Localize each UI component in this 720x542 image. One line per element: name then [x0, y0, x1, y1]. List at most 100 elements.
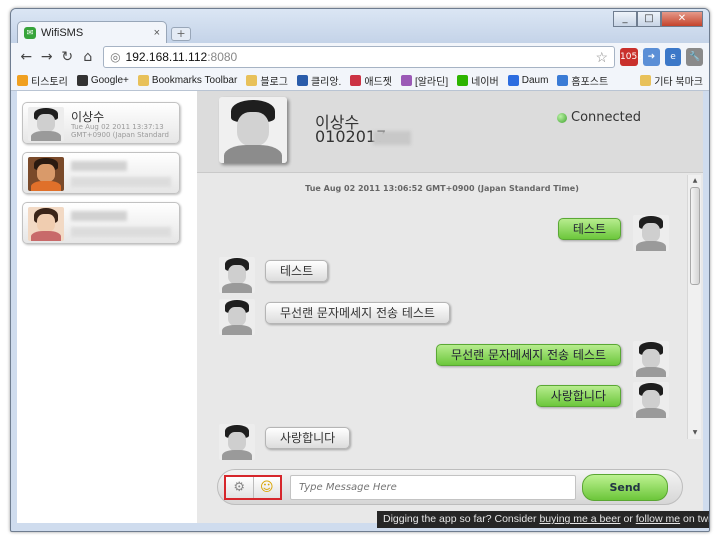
title-bar: ✉ WifiSMS × + _ □ ✕	[11, 9, 709, 43]
address-bar[interactable]: ◎ 192.168.11.112 :8080 ☆	[103, 46, 616, 68]
bookmark-icon	[457, 75, 469, 86]
message-row: 사랑합니다	[197, 424, 687, 464]
bookmark-item[interactable]: 홈포스트	[557, 73, 608, 88]
message-input[interactable]	[290, 475, 576, 500]
close-window-button[interactable]: ✕	[661, 11, 703, 27]
home-icon[interactable]: ⌂	[79, 49, 98, 65]
browser-tab[interactable]: ✉ WifiSMS ×	[17, 21, 167, 43]
message-bubble-incoming: 무선랜 문자메세지 전송 테스트	[265, 302, 450, 324]
ie-tab-extension-icon[interactable]: e	[664, 48, 682, 66]
browser-toolbar: ← → ↻ ⌂ ◎ 192.168.11.112 :8080 ☆ 1058 ➜ …	[11, 43, 709, 71]
back-arrow-icon[interactable]: ←	[17, 49, 36, 65]
connection-status-label: Connected	[571, 110, 642, 125]
minimize-button[interactable]: _	[613, 11, 637, 27]
message-avatar	[219, 424, 255, 460]
bookmark-item[interactable]: Google+	[76, 75, 129, 86]
footer-text: or	[620, 513, 636, 525]
contact-card-selected[interactable]: 이상수 Tue Aug 02 2011 13:37:13 GMT+0900 (J…	[22, 102, 180, 144]
wifisms-app: 이상수 Tue Aug 02 2011 13:37:13 GMT+0900 (J…	[17, 91, 709, 528]
footer-bar: Digging the app so far? Consider buying …	[377, 511, 709, 528]
redacted-name	[71, 211, 127, 221]
redacted-name	[71, 161, 127, 171]
forward-arrow-icon[interactable]: →	[38, 49, 57, 65]
page-info-icon[interactable]: ◎	[110, 50, 120, 64]
bookmark-item[interactable]: [알라딘]	[400, 73, 449, 88]
send-button[interactable]: Send	[582, 474, 668, 501]
share-extension-icon[interactable]: ➜	[643, 48, 660, 66]
other-bookmarks-label: 기타 북마크	[654, 77, 703, 88]
bookmark-label: [알라딘]	[414, 77, 449, 88]
url-port: :8080	[207, 50, 238, 64]
message-row: 테스트	[197, 215, 687, 255]
url-host: 192.168.11.112	[125, 50, 208, 64]
scroll-down-arrow-icon[interactable]: ▼	[688, 427, 702, 439]
message-bubble-outgoing: 테스트	[557, 218, 621, 240]
bookmark-label: 홈포스트	[571, 77, 609, 88]
message-bubble-outgoing: 사랑합니다	[535, 385, 621, 407]
maximize-button[interactable]: □	[637, 11, 661, 27]
message-row: 사랑합니다	[197, 382, 687, 422]
contact-card[interactable]	[22, 152, 180, 194]
bookmark-icon	[76, 75, 88, 86]
conversation-header: 이상수 0102017 Connected	[197, 91, 703, 173]
bookmark-label: Google+	[90, 75, 129, 86]
conversation-avatar	[219, 97, 287, 163]
scroll-up-arrow-icon[interactable]: ▲	[688, 175, 702, 187]
bookmark-star-icon[interactable]: ☆	[595, 49, 608, 66]
redacted-number	[373, 131, 411, 145]
message-avatar	[219, 299, 255, 335]
settings-gear-icon[interactable]: ⚙	[226, 477, 254, 498]
bookmark-label: Daum	[521, 75, 549, 86]
other-bookmarks[interactable]: 기타 북마크	[640, 73, 703, 88]
reload-icon[interactable]: ↻	[58, 49, 77, 65]
footer-text: on twitter.	[683, 513, 709, 525]
contact-avatar	[28, 157, 64, 191]
folder-icon	[246, 75, 258, 86]
tab-close-icon[interactable]: ×	[154, 27, 160, 39]
follow-link[interactable]: follow me	[636, 513, 680, 525]
scroll-thumb[interactable]	[690, 187, 700, 285]
new-tab-button[interactable]: +	[171, 27, 191, 41]
bookmark-icon	[17, 75, 28, 86]
bookmark-icon	[350, 75, 362, 86]
bookmarks-bar: 티스토리 Google+ Bookmarks Toolbar 블로그 클리앙. …	[11, 71, 709, 91]
window-controls: _ □ ✕	[613, 11, 703, 27]
bookmark-label: Bookmarks Toolbar	[151, 75, 238, 86]
message-bubble-outgoing: 무선랜 문자메세지 전송 테스트	[436, 344, 621, 366]
gmail-extension-icon[interactable]: 1058	[620, 48, 643, 66]
message-avatar	[633, 215, 669, 251]
bookmark-label: 애드젯	[364, 77, 392, 88]
message-row: 무선랜 문자메세지 전송 테스트	[197, 341, 687, 381]
tab-title: WifiSMS	[41, 26, 84, 39]
bookmark-item[interactable]: Bookmarks Toolbar	[137, 75, 238, 86]
message-composer: ⚙ ☺ Send	[217, 469, 683, 505]
message-bubble-incoming: 테스트	[265, 260, 329, 282]
emoticon-smiley-icon[interactable]: ☺	[253, 477, 280, 498]
bookmark-icon	[507, 75, 519, 86]
bookmark-item[interactable]: 클리앙.	[296, 73, 341, 88]
bookmark-item[interactable]: 블로그	[246, 73, 288, 88]
contact-last-date: Tue Aug 02 2011 13:37:13 GMT+0900 (Japan…	[71, 123, 169, 139]
folder-icon	[137, 75, 149, 86]
bookmark-label: 티스토리	[31, 77, 68, 88]
message-row: 무선랜 문자메세지 전송 테스트	[197, 299, 687, 339]
wrench-menu-icon[interactable]: 🔧	[686, 48, 703, 66]
bookmark-icon	[296, 75, 308, 86]
buy-beer-link[interactable]: buying me a beer	[539, 513, 620, 525]
wifisms-favicon-icon: ✉	[24, 26, 36, 39]
contact-avatar	[28, 107, 64, 141]
bookmark-label: 네이버	[471, 77, 499, 88]
bookmark-item[interactable]: 티스토리	[17, 73, 68, 88]
message-scrollbar[interactable]: ▲ ▼	[687, 175, 701, 439]
message-avatar	[219, 257, 255, 293]
redacted-detail	[71, 177, 171, 187]
bookmark-item[interactable]: 애드젯	[350, 73, 392, 88]
conversation-panel: 이상수 0102017 Connected Tue Aug 02 2011 13…	[197, 91, 709, 528]
bookmark-item[interactable]: Daum	[507, 75, 549, 86]
bookmark-item[interactable]: 네이버	[457, 73, 499, 88]
status-dot-icon	[557, 112, 567, 123]
folder-icon	[640, 75, 652, 86]
bookmark-icon	[400, 75, 412, 86]
contact-card[interactable]	[22, 202, 180, 244]
contact-avatar	[28, 207, 64, 241]
